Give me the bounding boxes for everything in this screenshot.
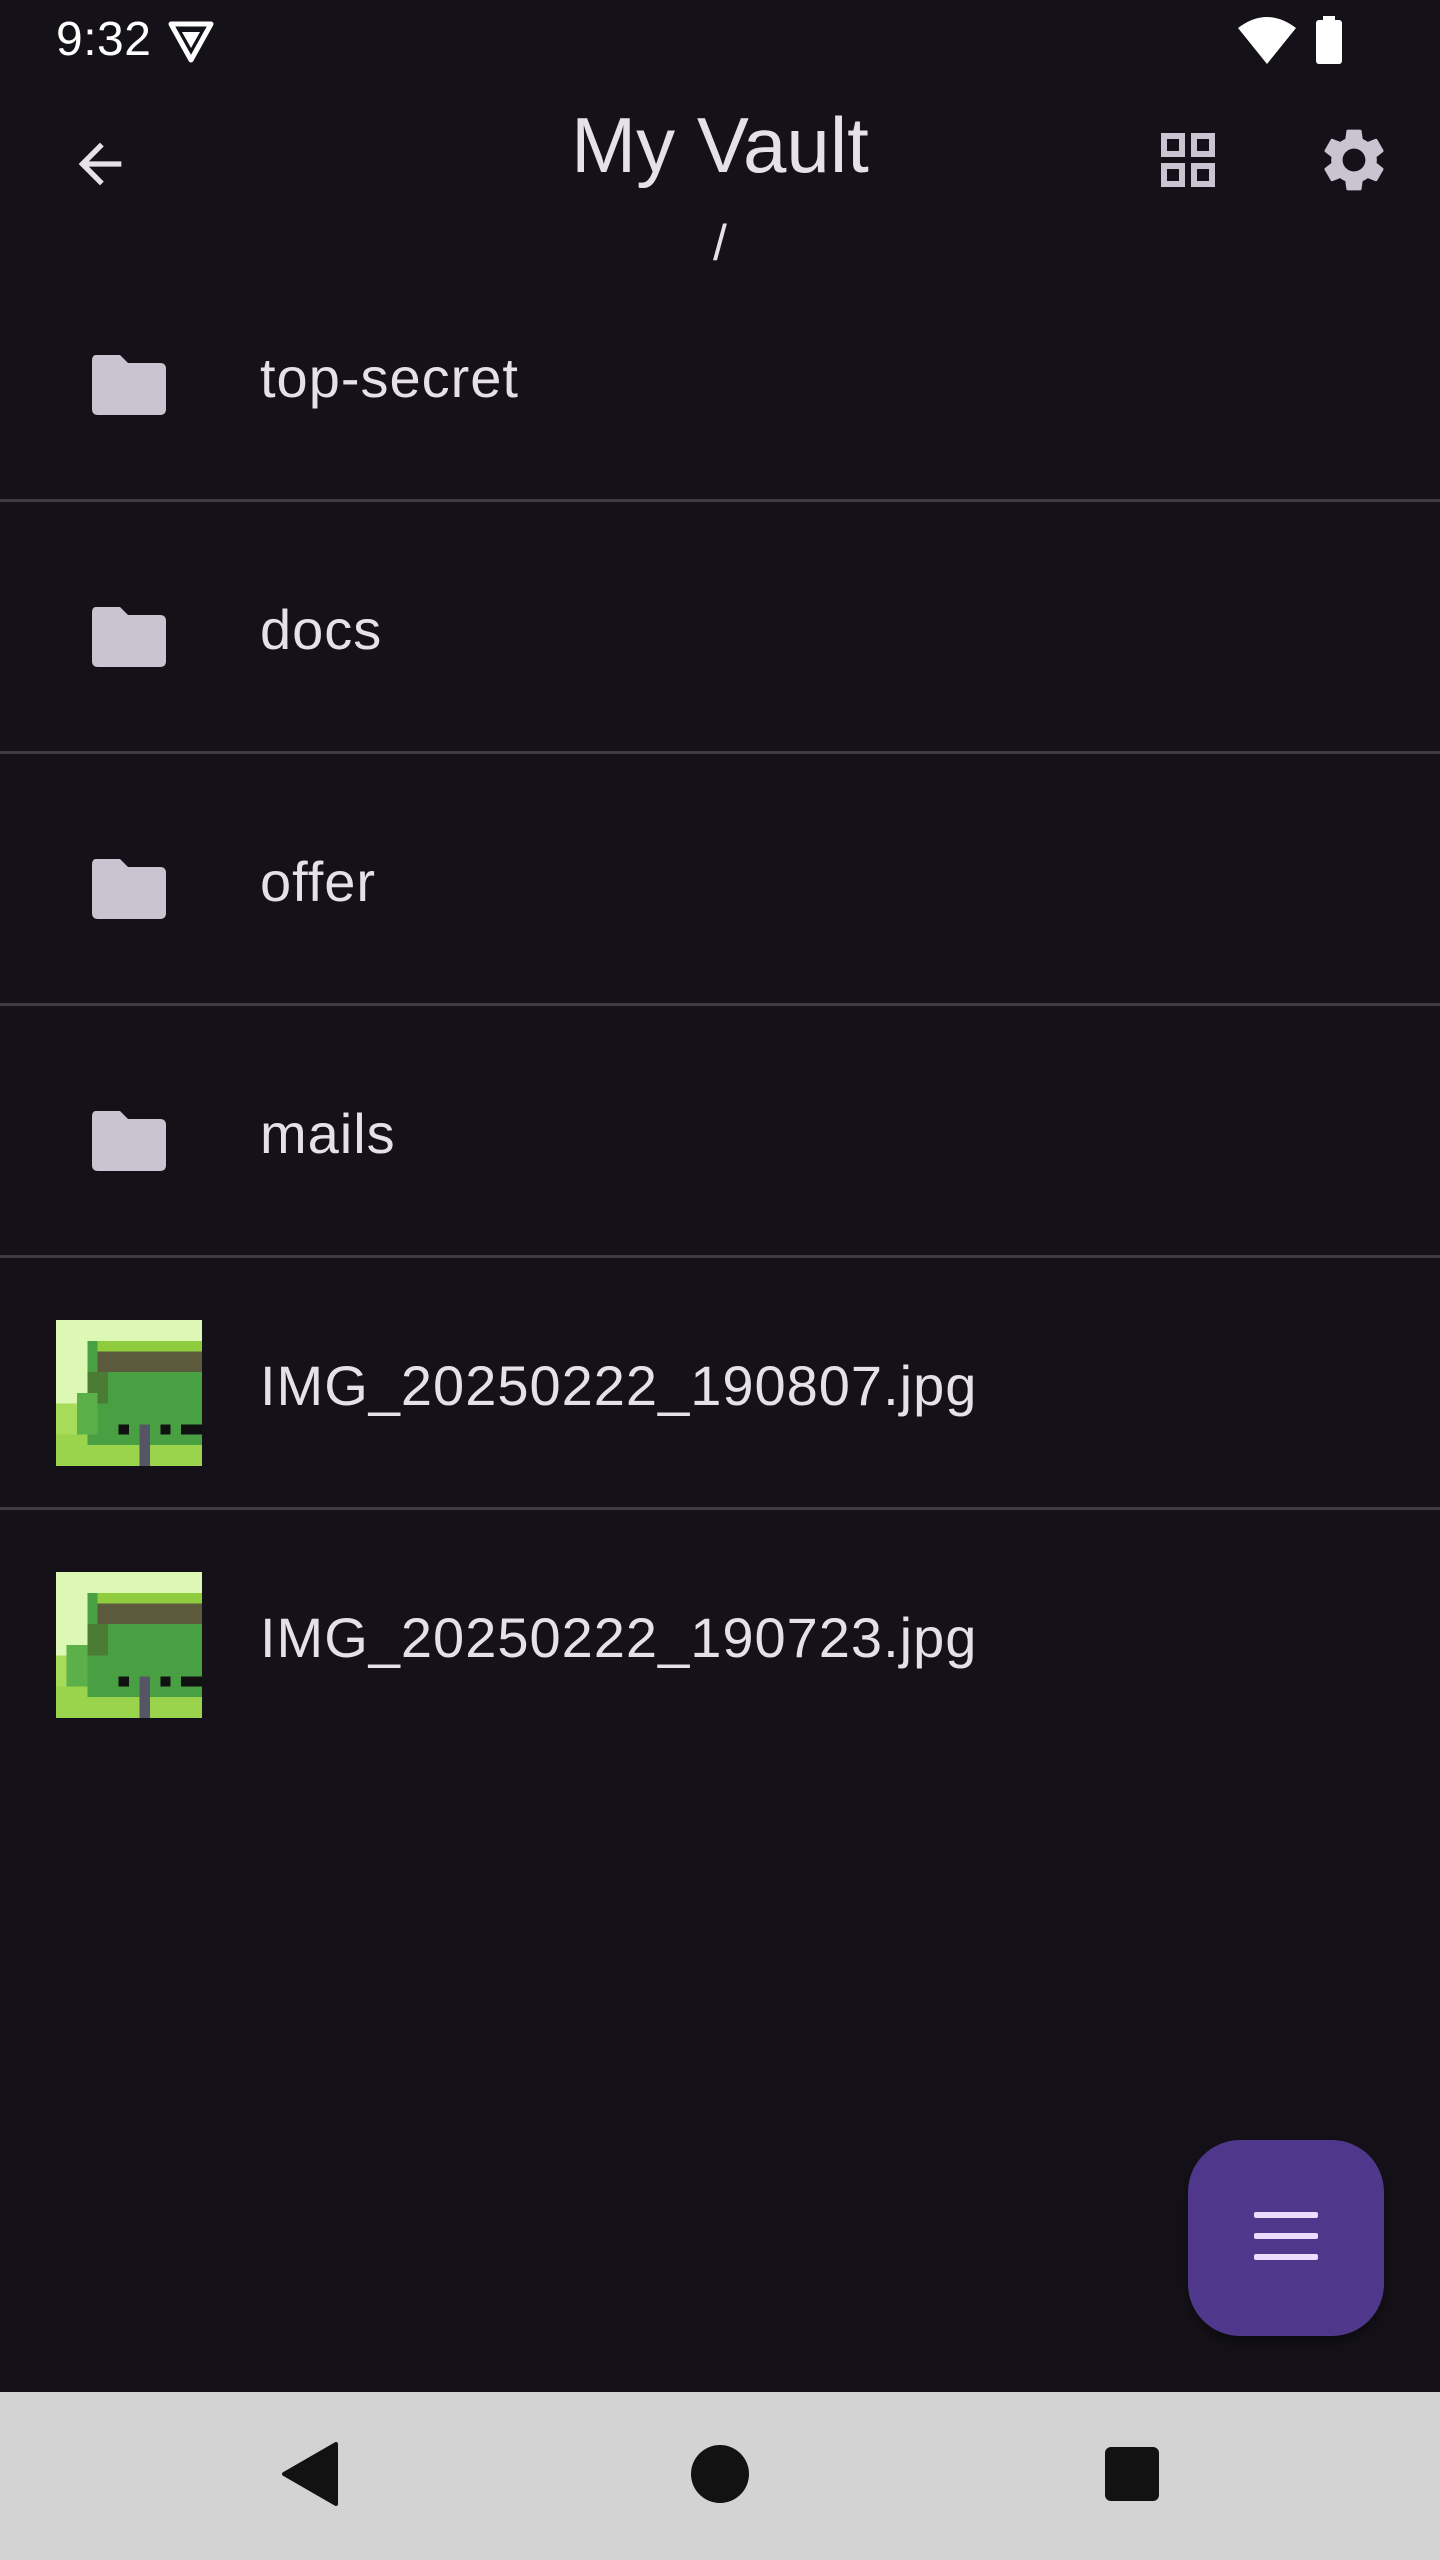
battery-icon xyxy=(1314,16,1344,64)
nav-recents-icon xyxy=(1105,2446,1159,2506)
system-nav-bar xyxy=(0,2392,1440,2560)
file-name: IMG_20250222_190807.jpg xyxy=(260,1354,978,1417)
app-root: 9:32 My Vault / top-secret docs offer ma… xyxy=(0,0,1440,2560)
folder-icon xyxy=(56,1068,202,1214)
file-name: IMG_20250222_190723.jpg xyxy=(260,1606,978,1669)
list-item[interactable]: mails xyxy=(0,1006,1440,1258)
nav-recents-button[interactable] xyxy=(1092,2436,1172,2516)
file-name: top-secret xyxy=(260,346,519,409)
file-list: top-secret docs offer mails IMG_20250222… xyxy=(0,250,1440,1762)
list-item[interactable]: top-secret xyxy=(0,250,1440,502)
status-bar: 9:32 xyxy=(0,0,1440,84)
settings-icon xyxy=(1316,122,1392,203)
list-item[interactable]: IMG_20250222_190807.jpg xyxy=(0,1258,1440,1510)
menu-icon xyxy=(1254,2211,1318,2265)
shield-icon xyxy=(166,18,216,64)
file-name: mails xyxy=(260,1102,396,1165)
list-item[interactable]: offer xyxy=(0,754,1440,1006)
file-name: docs xyxy=(260,598,383,661)
wifi-icon xyxy=(1236,16,1298,66)
settings-button[interactable] xyxy=(1306,114,1402,210)
list-item[interactable]: IMG_20250222_190723.jpg xyxy=(0,1510,1440,1762)
file-name: offer xyxy=(260,850,377,913)
menu-fab-button[interactable] xyxy=(1188,2140,1384,2336)
grid-view-button[interactable] xyxy=(1140,114,1236,210)
nav-home-icon xyxy=(690,2444,750,2509)
nav-back-button[interactable] xyxy=(270,2436,350,2516)
nav-back-icon xyxy=(280,2441,340,2511)
grid-view-icon xyxy=(1152,124,1224,201)
status-time: 9:32 xyxy=(56,13,152,66)
folder-icon xyxy=(56,312,202,458)
folder-icon xyxy=(56,816,202,962)
folder-icon xyxy=(56,564,202,710)
nav-home-button[interactable] xyxy=(680,2436,760,2516)
image-thumbnail xyxy=(56,1320,202,1466)
image-thumbnail xyxy=(56,1572,202,1718)
list-item[interactable]: docs xyxy=(0,502,1440,754)
